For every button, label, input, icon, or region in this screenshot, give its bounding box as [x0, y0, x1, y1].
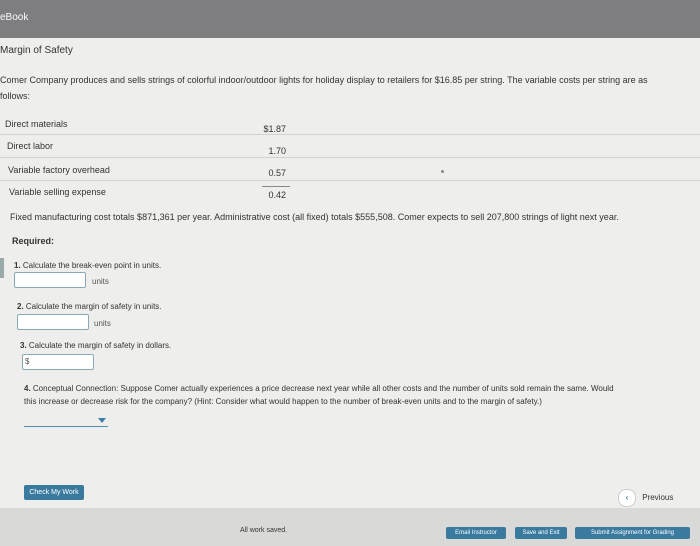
- content-area: [0, 38, 700, 508]
- question-text-2: this increase or decrease risk for the c…: [24, 397, 542, 406]
- question-number: 3.: [20, 341, 27, 350]
- row-divider: [0, 157, 700, 158]
- question-text: Calculate the break-even point in units.: [22, 261, 162, 270]
- previous-button[interactable]: ‹ Previous: [618, 489, 673, 507]
- submit-assignment-button[interactable]: Submit Assignment for Grading: [575, 527, 690, 539]
- fixed-costs-text: Fixed manufacturing cost totals $871,361…: [10, 212, 619, 222]
- dollar-prefix: $: [25, 357, 30, 366]
- save-exit-button[interactable]: Save and Exit: [515, 527, 567, 539]
- intro-line-2: follows:: [0, 91, 31, 101]
- chevron-left-icon[interactable]: ‹: [618, 489, 636, 507]
- top-bar: eBook: [0, 0, 700, 38]
- question-number: 2.: [17, 302, 24, 311]
- margin-units-input[interactable]: [17, 314, 89, 330]
- cost-value: 0.57: [268, 168, 286, 178]
- unit-label: units: [92, 277, 109, 286]
- cost-value: 0.42: [268, 190, 286, 200]
- question-2: 2. Calculate the margin of safety in uni…: [17, 302, 162, 311]
- required-label: Required:: [12, 236, 55, 246]
- question-text: Conceptual Connection: Suppose Comer act…: [32, 384, 614, 393]
- stray-dot: [441, 170, 444, 173]
- question-4: 4. Conceptual Connection: Suppose Comer …: [24, 382, 614, 408]
- chevron-down-icon[interactable]: [98, 418, 106, 423]
- question-text: Calculate the margin of safety in dollar…: [28, 341, 172, 350]
- underline: [262, 186, 290, 187]
- problem-intro: Comer Company produces and sells strings…: [0, 72, 700, 104]
- question-text: Calculate the margin of safety in units.: [25, 302, 162, 311]
- breakeven-units-input[interactable]: [14, 272, 86, 288]
- cost-label: Direct labor: [7, 141, 54, 151]
- cost-label: Variable selling expense: [9, 187, 106, 197]
- row-divider: [0, 134, 700, 135]
- question-number: 1.: [14, 261, 21, 270]
- risk-dropdown[interactable]: [24, 414, 108, 427]
- cost-label: Direct materials: [5, 119, 68, 129]
- question-3: 3. Calculate the margin of safety in dol…: [20, 341, 171, 350]
- brand-label: eBook: [0, 12, 29, 23]
- row-divider: [0, 180, 700, 181]
- cost-label: Variable factory overhead: [8, 165, 110, 175]
- unit-label: units: [94, 319, 111, 328]
- margin-dollars-input[interactable]: $: [22, 354, 94, 370]
- page-title: Margin of Safety: [0, 45, 73, 56]
- email-instructor-button[interactable]: Email Instructor: [446, 527, 506, 539]
- save-status: All work saved.: [240, 527, 288, 534]
- question-number: 4.: [24, 384, 31, 393]
- question-1: 1. Calculate the break-even point in uni…: [14, 261, 161, 270]
- cost-value: 1.70: [268, 146, 286, 156]
- intro-line-1: Comer Company produces and sells strings…: [0, 75, 648, 85]
- cost-value: $1.87: [263, 124, 286, 134]
- active-marker: [0, 258, 4, 278]
- check-my-work-button[interactable]: Check My Work: [24, 485, 84, 500]
- previous-label[interactable]: Previous: [642, 493, 673, 502]
